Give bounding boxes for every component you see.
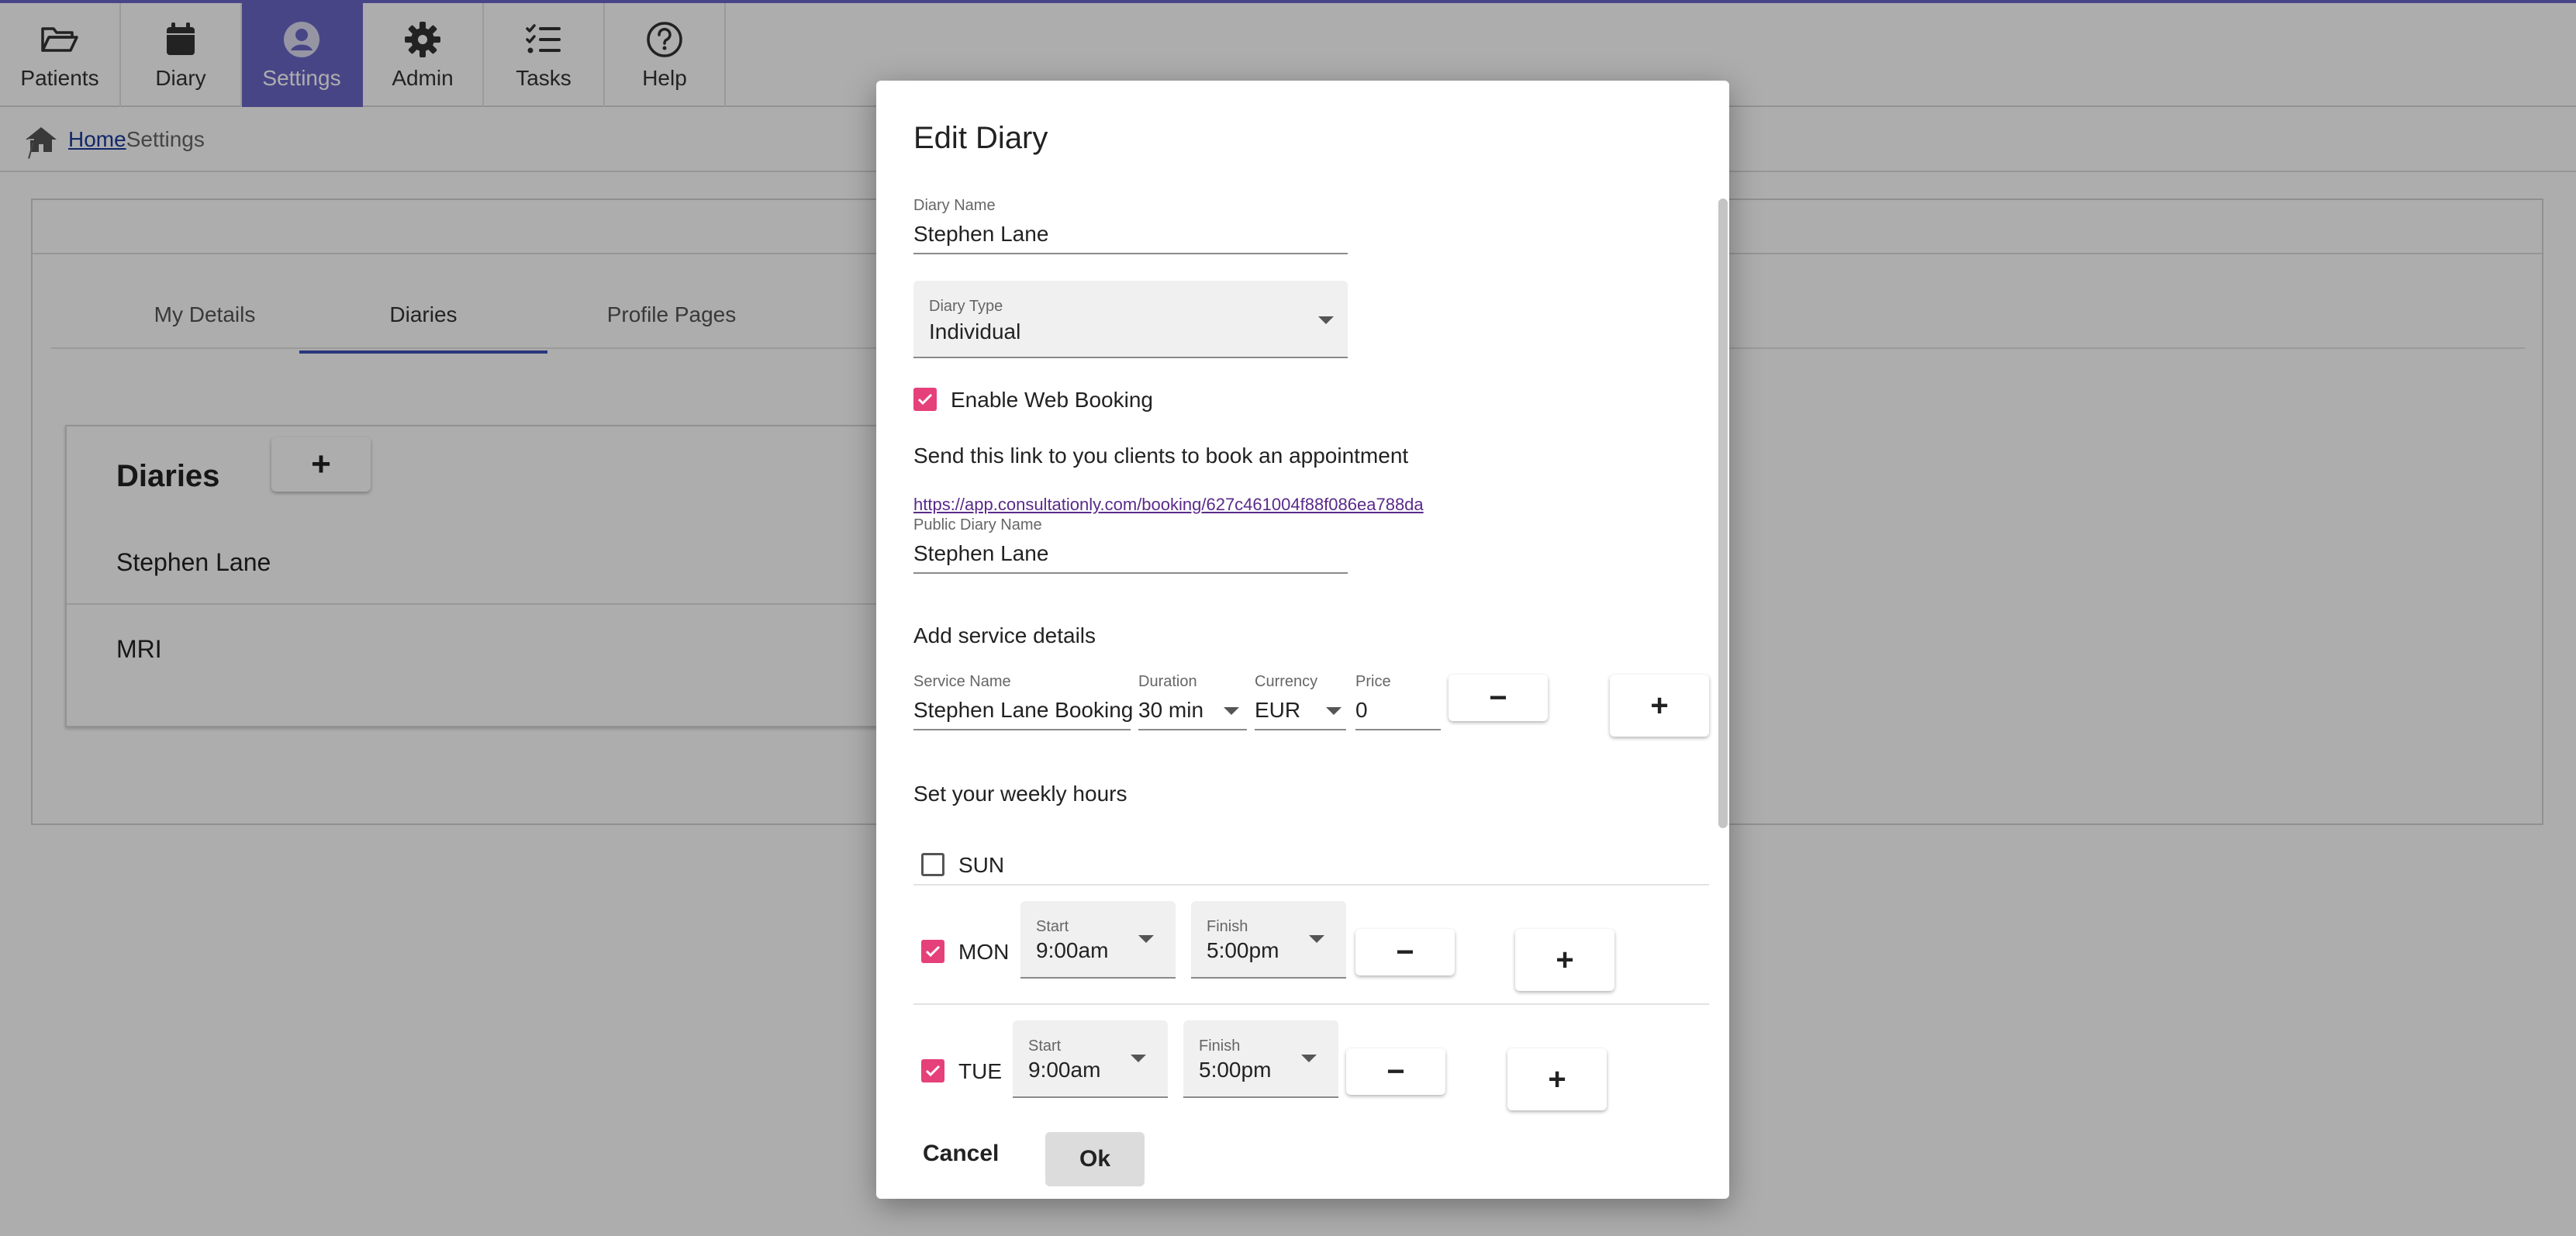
remove-hours-button[interactable]: − — [1355, 929, 1455, 975]
service-name-label: Service Name — [913, 673, 1011, 690]
dialog-scrollbar[interactable] — [1718, 199, 1728, 828]
add-hours-button[interactable]: + — [1507, 1048, 1607, 1110]
finish-label: Finish — [1207, 918, 1248, 935]
service-name-input[interactable]: Stephen Lane Booking — [913, 698, 1133, 723]
chevron-down-icon — [1224, 707, 1239, 715]
diary-name-input[interactable]: Stephen Lane — [913, 222, 1048, 247]
day-label-mon: MON — [958, 940, 1010, 964]
duration-underline — [1138, 729, 1247, 730]
chevron-down-icon — [1318, 316, 1334, 324]
start-label: Start — [1028, 1037, 1062, 1055]
add-service-button[interactable]: + — [1610, 675, 1709, 737]
tue-checkbox[interactable] — [921, 1059, 944, 1082]
edit-diary-dialog: Edit Diary Diary Name Stephen Lane Diary… — [876, 81, 1729, 1199]
enable-web-booking-label: Enable Web Booking — [951, 388, 1153, 412]
day-label-sun: SUN — [958, 853, 1005, 877]
public-name-underline — [913, 572, 1348, 574]
chevron-down-icon — [1131, 1055, 1146, 1062]
duration-label: Duration — [1138, 673, 1197, 690]
day-label-tue: TUE — [958, 1059, 1002, 1083]
service-details-heading: Add service details — [913, 623, 1096, 647]
mon-finish-select[interactable]: Finish 5:00pm — [1191, 901, 1346, 979]
day-divider — [913, 884, 1709, 886]
booking-link[interactable]: https://app.consultationly.com/booking/6… — [913, 495, 1424, 515]
chevron-down-icon — [1301, 1055, 1317, 1062]
tue-start-select[interactable]: Start 9:00am — [1013, 1020, 1168, 1098]
dialog-title: Edit Diary — [913, 121, 1048, 155]
booking-link-instructions: Send this link to you clients to book an… — [913, 444, 1409, 468]
enable-web-booking-checkbox[interactable] — [913, 388, 937, 411]
mon-checkbox[interactable] — [921, 940, 944, 963]
finish-value: 5:00pm — [1199, 1058, 1272, 1082]
price-label: Price — [1355, 673, 1391, 690]
day-divider — [913, 1003, 1709, 1005]
diary-type-label: Diary Type — [929, 298, 1003, 315]
duration-select[interactable]: 30 min — [1138, 698, 1203, 723]
remove-service-button[interactable]: − — [1449, 675, 1548, 721]
check-icon — [925, 1065, 941, 1077]
start-value: 9:00am — [1036, 938, 1109, 962]
remove-hours-button[interactable]: − — [1346, 1048, 1445, 1095]
public-diary-name-input[interactable]: Stephen Lane — [913, 541, 1048, 566]
diary-name-label: Diary Name — [913, 197, 996, 214]
currency-underline — [1255, 729, 1346, 730]
chevron-down-icon — [1326, 707, 1342, 715]
diary-type-value: Individual — [929, 319, 1021, 344]
currency-select[interactable]: EUR — [1255, 698, 1300, 723]
sun-checkbox[interactable] — [921, 853, 944, 876]
currency-label: Currency — [1255, 673, 1318, 690]
public-diary-name-label: Public Diary Name — [913, 516, 1042, 533]
service-name-underline — [913, 729, 1131, 730]
price-underline — [1355, 729, 1441, 730]
check-icon — [925, 945, 941, 958]
chevron-down-icon — [1138, 935, 1154, 943]
start-label: Start — [1036, 918, 1069, 935]
ok-button[interactable]: Ok — [1045, 1132, 1145, 1186]
weekly-hours-heading: Set your weekly hours — [913, 782, 1127, 806]
mon-start-select[interactable]: Start 9:00am — [1020, 901, 1176, 979]
start-value: 9:00am — [1028, 1058, 1101, 1082]
cancel-button[interactable]: Cancel — [923, 1131, 999, 1177]
add-hours-button[interactable]: + — [1515, 929, 1614, 991]
price-input[interactable]: 0 — [1355, 698, 1368, 723]
finish-label: Finish — [1199, 1037, 1241, 1055]
diary-type-select[interactable]: Diary Type Individual — [913, 281, 1348, 358]
check-icon — [917, 393, 933, 406]
tue-finish-select[interactable]: Finish 5:00pm — [1183, 1020, 1338, 1098]
chevron-down-icon — [1309, 935, 1324, 943]
diary-name-underline — [913, 253, 1348, 254]
finish-value: 5:00pm — [1207, 938, 1279, 962]
